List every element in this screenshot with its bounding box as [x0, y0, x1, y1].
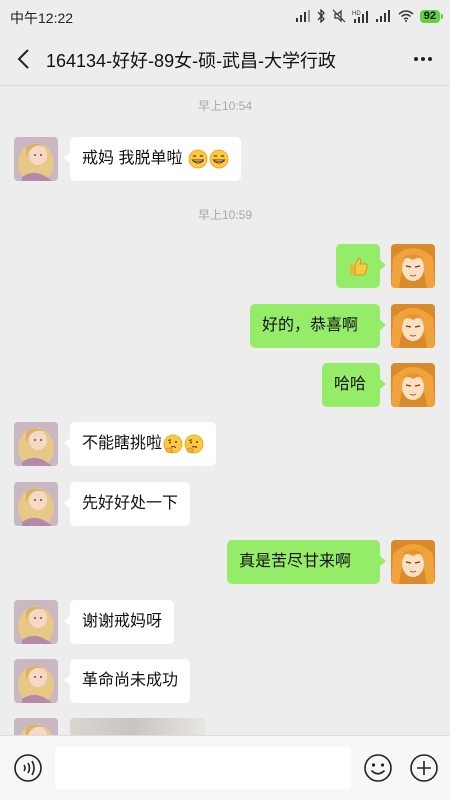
chat-header: 164134-好好-89女-硕-武昌-大学行政 — [0, 32, 450, 86]
battery-icon: 92 — [419, 9, 444, 23]
grin-icon — [209, 149, 229, 169]
voice-input-icon — [14, 754, 42, 782]
message-text: 哈哈 — [334, 376, 367, 393]
contact-avatar[interactable] — [14, 422, 58, 466]
incoming-message[interactable]: 戒妈 我脱单啦 — [64, 137, 241, 181]
outgoing-message[interactable] — [336, 244, 386, 288]
outgoing-message[interactable]: 真是苦尽甘来啊 — [227, 540, 386, 584]
back-chevron-icon — [17, 49, 29, 69]
wifi-icon — [398, 10, 414, 22]
status-bar: 中午12:22 HD 92 — [0, 0, 450, 32]
contact-avatar[interactable] — [14, 137, 58, 181]
svg-text:HD: HD — [352, 11, 361, 17]
incoming-message[interactable]: 革命尚未成功 — [63, 659, 191, 703]
hd-signal-icon: HD — [352, 11, 368, 23]
more-dots-icon — [414, 57, 418, 61]
timestamp: 早上10:59 — [197, 208, 253, 222]
incoming-message[interactable]: 先好好处一下 — [63, 482, 191, 526]
emoji-smiley-icon — [364, 754, 392, 782]
my-avatar[interactable] — [391, 363, 435, 407]
my-avatar[interactable] — [391, 304, 435, 348]
status-icons: HD 92 — [295, 7, 444, 25]
message-text: 不能瞎挑啦 — [82, 435, 163, 452]
timestamp: 早上10:54 — [197, 99, 253, 113]
emoji-button[interactable] — [363, 753, 393, 783]
cell-signal-icon — [375, 10, 390, 22]
chat-message-list[interactable]: 早上10:54 戒妈 我脱单啦 早上10:59 好的，恭喜啊 哈哈 不能瞎挑啦 … — [0, 87, 450, 735]
outgoing-message[interactable]: 好的，恭喜啊 — [250, 304, 386, 348]
message-input[interactable] — [55, 747, 351, 789]
incoming-message[interactable]: 谢谢戒妈呀 — [63, 600, 175, 644]
message-text: 谢谢戒妈呀 — [82, 613, 163, 630]
plus-add-icon — [410, 754, 438, 782]
contact-avatar[interactable] — [14, 718, 58, 735]
outgoing-message[interactable]: 哈哈 — [322, 363, 386, 407]
incoming-message[interactable]: 不能瞎挑啦 — [63, 422, 217, 466]
thumbs-up-icon — [347, 255, 369, 277]
mute-icon — [332, 9, 346, 23]
my-avatar[interactable] — [391, 244, 435, 288]
message-text: 好的，恭喜啊 — [262, 317, 359, 334]
my-avatar[interactable] — [391, 540, 435, 584]
chat-title: 164134-好好-89女-硕-武昌-大学行政 — [46, 51, 337, 71]
bluetooth-icon — [317, 9, 325, 23]
image-message[interactable] — [70, 718, 206, 735]
contact-avatar[interactable] — [14, 659, 58, 703]
thinking-icon — [163, 434, 183, 454]
input-bar — [0, 735, 450, 800]
more-options-button[interactable] — [408, 44, 438, 74]
message-text: 戒妈 我脱单啦 — [82, 150, 183, 167]
message-text: 革命尚未成功 — [82, 672, 179, 689]
contact-avatar[interactable] — [14, 600, 58, 644]
thinking-icon — [184, 434, 204, 454]
back-button[interactable] — [8, 42, 38, 76]
contact-avatar[interactable] — [14, 482, 58, 526]
voice-input-button[interactable] — [13, 753, 43, 783]
grin-icon — [188, 149, 208, 169]
status-time: 中午12:22 — [10, 10, 74, 26]
message-text: 先好好处一下 — [82, 495, 179, 512]
signal-icon — [295, 10, 310, 22]
add-more-button[interactable] — [409, 753, 439, 783]
message-text: 真是苦尽甘来啊 — [239, 553, 352, 570]
